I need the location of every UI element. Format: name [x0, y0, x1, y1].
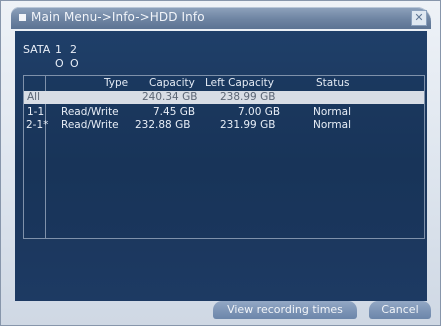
row-left-capacity: 231.99 GB [220, 119, 276, 131]
row-status: Normal [313, 106, 351, 118]
close-icon[interactable]: ✕ [411, 10, 427, 26]
header-type: Type [104, 77, 129, 89]
table-row[interactable]: All 240.34 GB 238.99 GB [24, 91, 424, 104]
sata-status-1: O [55, 57, 64, 70]
window-title: Main Menu->Info->HDD Info [31, 10, 205, 24]
row-status: Normal [313, 119, 351, 131]
row-capacity: 7.45 GB [153, 106, 196, 118]
header-status: Status [316, 77, 350, 89]
hdd-info-window: Main Menu->Info->HDD Info ✕ SATA 1 2 O O… [0, 0, 441, 326]
title-bar: Main Menu->Info->HDD Info ✕ [11, 7, 431, 29]
hdd-table: Type Capacity Left Capacity Status All 2… [23, 75, 425, 239]
row-id: All [27, 91, 41, 103]
row-left-capacity: 238.99 GB [220, 91, 276, 103]
sata-status-2: O [70, 57, 79, 70]
hdd-info-panel: SATA 1 2 O O Type Capacity Left Capacity… [15, 31, 427, 301]
table-row[interactable]: 2-1* Read/Write 232.88 GB 231.99 GB Norm… [24, 119, 424, 132]
row-id: 2-1* [26, 119, 49, 131]
view-recording-times-button[interactable]: View recording times [213, 301, 357, 319]
row-id: 1-1 [27, 106, 45, 118]
table-row[interactable]: 1-1 Read/Write 7.45 GB 7.00 GB Normal [24, 106, 424, 119]
sata-label: SATA [23, 43, 51, 56]
header-capacity: Capacity [149, 77, 195, 89]
window-icon [19, 14, 26, 21]
row-capacity: 232.88 GB [135, 119, 191, 131]
row-left-capacity: 7.00 GB [238, 106, 281, 118]
cancel-button[interactable]: Cancel [369, 301, 431, 319]
sata-port-2: 2 [70, 43, 77, 56]
header-left-capacity: Left Capacity [205, 77, 274, 89]
row-type: Read/Write [61, 119, 119, 131]
sata-port-1: 1 [55, 43, 62, 56]
row-type: Read/Write [61, 106, 119, 118]
row-capacity: 240.34 GB [142, 91, 198, 103]
table-header: Type Capacity Left Capacity Status [24, 77, 424, 91]
